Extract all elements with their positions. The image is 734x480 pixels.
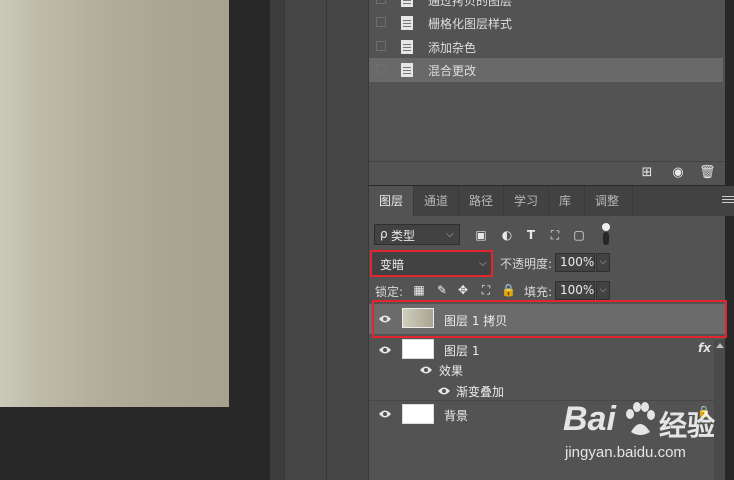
history-checkbox[interactable]	[376, 41, 386, 51]
document-icon	[401, 40, 413, 54]
panel-menu-icon[interactable]	[722, 196, 734, 206]
layer-name[interactable]: 背景	[444, 407, 468, 424]
tab-adjustments[interactable]: 调整	[585, 186, 633, 216]
history-checkbox[interactable]	[376, 17, 386, 27]
opacity-dropdown[interactable]: ⌵	[596, 253, 610, 272]
gradient-overlay-label[interactable]: 渐变叠加	[456, 383, 504, 400]
history-item-selected[interactable]: 混合更改	[369, 58, 723, 82]
fill-dropdown[interactable]: ⌵	[596, 281, 610, 300]
history-checkbox[interactable]	[376, 0, 386, 4]
tab-channels[interactable]: 通道	[414, 186, 459, 216]
layer-filter-kind[interactable]: ρ 类型 ⌵	[374, 224, 460, 245]
eye-icon[interactable]	[437, 386, 451, 396]
adjustment-layer-filter-icon[interactable]: ◐	[500, 228, 514, 242]
layer-thumbnail	[402, 404, 434, 424]
history-panel: 通过拷贝的图层 栅格化图层样式 添加杂色 混合更改	[369, 0, 725, 185]
paw-icon	[626, 402, 655, 435]
dock-divider	[326, 0, 327, 480]
opacity-input[interactable]: 100%	[555, 253, 595, 272]
history-item-label: 通过拷贝的图层	[428, 0, 513, 8]
effect-item-row[interactable]	[437, 386, 451, 396]
chevron-down-icon: ⌵	[446, 229, 454, 240]
watermark-brand: Bai	[563, 400, 616, 438]
dock-divider	[284, 0, 285, 480]
tab-learn[interactable]: 学习	[504, 186, 549, 216]
baidu-jingyan-watermark: Bai 经验 jingyan.baidu.com	[563, 400, 733, 470]
lock-transparent-pixels-icon[interactable]: ▦	[412, 283, 426, 297]
blend-mode-select[interactable]: 变暗 ⌵	[370, 250, 493, 277]
document-icon	[401, 63, 413, 77]
canvas-scroll-gutter	[270, 0, 284, 480]
history-divider	[369, 161, 725, 162]
fill-input[interactable]: 100%	[555, 281, 595, 300]
document-image[interactable]	[0, 0, 229, 407]
history-item-label: 栅格化图层样式	[428, 17, 513, 31]
watermark-url: jingyan.baidu.com	[565, 444, 686, 461]
fx-icon[interactable]: fx	[698, 341, 711, 355]
lock-image-pixels-icon[interactable]: ✎	[435, 283, 449, 297]
fill-label: 填充:	[524, 285, 553, 299]
opacity-label: 不透明度:	[500, 257, 553, 271]
new-snapshot-icon[interactable]: ⊞	[639, 165, 655, 181]
shape-layer-filter-icon[interactable]: ⛶	[548, 228, 562, 242]
history-item-label: 添加杂色	[428, 41, 477, 55]
search-icon: ρ	[380, 227, 388, 241]
history-item[interactable]: 栅格化图层样式	[369, 11, 723, 35]
camera-icon[interactable]: ◉	[670, 165, 686, 181]
filter-kind-label: 类型	[391, 229, 416, 243]
trash-icon[interactable]: 🗑	[699, 165, 716, 181]
tab-libraries[interactable]: 库	[549, 186, 585, 216]
lock-all-icon[interactable]: 🔒	[501, 283, 516, 297]
highlight-outline	[372, 300, 727, 338]
smart-object-filter-icon[interactable]: ▢	[572, 228, 586, 242]
lock-artboard-icon[interactable]: ⛶	[479, 283, 493, 297]
document-icon	[401, 0, 413, 7]
document-icon	[401, 16, 413, 30]
tab-layers[interactable]: 图层	[369, 186, 414, 216]
type-layer-filter-icon[interactable]: T	[524, 228, 538, 242]
eye-icon[interactable]	[419, 365, 433, 375]
tab-paths[interactable]: 路径	[459, 186, 504, 216]
filter-toggle-switch[interactable]	[600, 223, 612, 247]
history-checkbox[interactable]	[376, 64, 386, 74]
layer-thumbnail	[402, 339, 434, 359]
effects-label[interactable]: 效果	[439, 362, 463, 379]
effects-row[interactable]	[419, 365, 433, 375]
pixel-layer-filter-icon[interactable]: ▣	[474, 228, 488, 242]
eye-icon[interactable]	[378, 409, 392, 419]
history-item[interactable]: 添加杂色	[369, 35, 723, 59]
blend-mode-value: 变暗	[380, 258, 405, 272]
watermark-brand-cn: 经验	[659, 410, 716, 441]
layer-name[interactable]: 图层 1	[444, 342, 479, 359]
chevron-down-icon: ⌵	[479, 258, 487, 269]
layer-row[interactable]: 图层 1 fx	[369, 338, 725, 368]
history-item-label: 混合更改	[428, 64, 477, 78]
panel-tab-bar: 图层 通道 路径 学习 库 调整	[369, 186, 734, 216]
eye-icon[interactable]	[378, 345, 392, 355]
lock-position-icon[interactable]: ✥	[456, 283, 470, 297]
lock-label: 锁定:	[375, 285, 404, 299]
